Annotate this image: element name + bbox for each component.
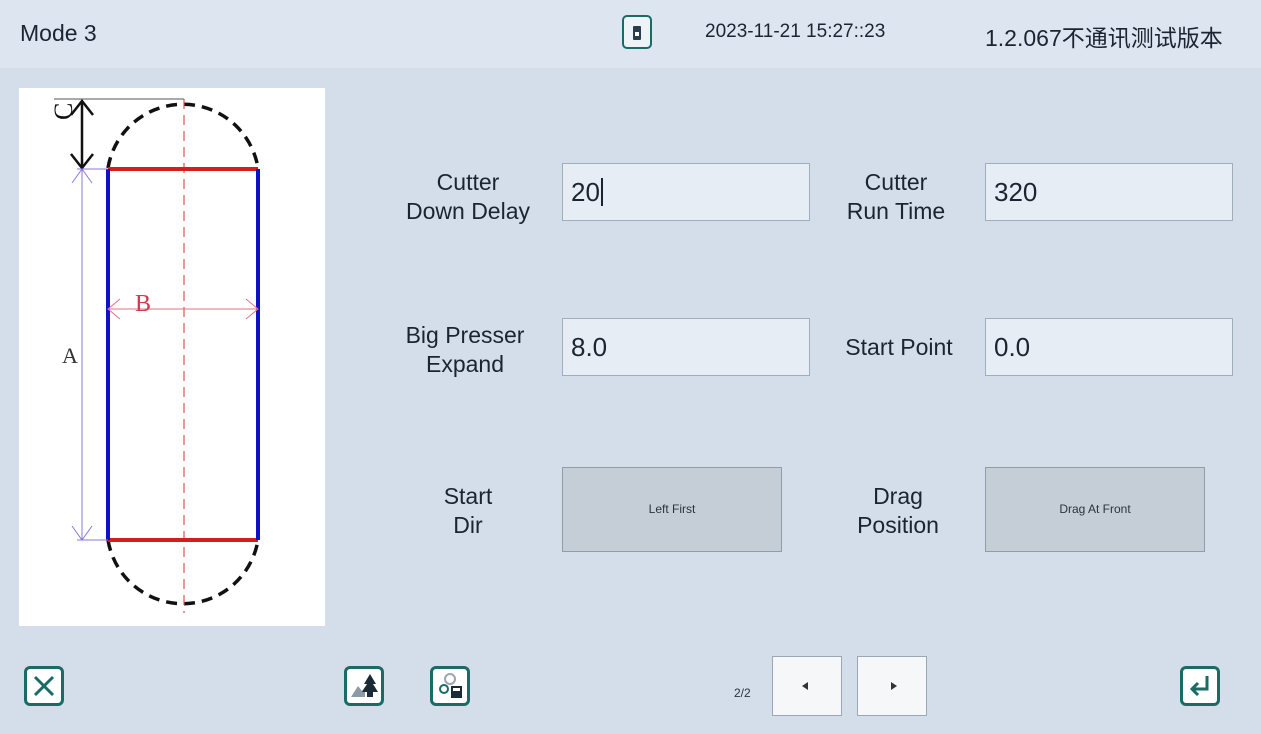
- cutter-down-delay-input[interactable]: 20: [562, 163, 810, 221]
- drag-position-label: Drag Position: [857, 483, 939, 538]
- enter-button[interactable]: [1180, 666, 1220, 706]
- big-presser-expand-label: Big Presser Expand: [405, 322, 525, 377]
- big-presser-expand-input[interactable]: 8.0: [562, 318, 810, 376]
- cutter-run-time-label: Cutter Run Time: [846, 169, 946, 224]
- top-bar: Mode 3 2023-11-21 15:27::23 1.2.067不通讯测试…: [0, 0, 1261, 68]
- dimension-c-label: C: [49, 103, 78, 120]
- text-cursor: [600, 178, 603, 207]
- close-icon: [33, 675, 55, 697]
- settings-save-icon: [439, 673, 462, 698]
- cutter-run-time-input[interactable]: 320: [985, 163, 1233, 221]
- drag-position-button[interactable]: Drag At Front: [985, 467, 1205, 552]
- image-tree-button[interactable]: [344, 666, 384, 706]
- close-button[interactable]: [24, 666, 64, 706]
- image-tree-icon: [351, 674, 378, 697]
- prev-page-button[interactable]: [772, 656, 842, 716]
- dimension-b-label: B: [135, 291, 151, 317]
- enter-icon: [1189, 676, 1209, 697]
- next-arrow-icon: [891, 682, 897, 690]
- page-title: Mode 3: [20, 20, 97, 46]
- page-indicator: 2/2: [734, 686, 751, 700]
- cutter-down-delay-label: Cutter Down Delay: [406, 169, 530, 224]
- next-page-button[interactable]: [857, 656, 927, 716]
- start-point-input[interactable]: 0.0: [985, 318, 1233, 376]
- start-dir-button[interactable]: Left First: [562, 467, 782, 552]
- datetime-display: 2023-11-21 15:27::23: [705, 21, 886, 42]
- start-dir-label: Start Dir: [443, 483, 493, 538]
- usb-icon[interactable]: [622, 15, 652, 49]
- dimension-a-label: A: [62, 343, 78, 368]
- shape-diagram: C A B: [19, 88, 325, 626]
- prev-arrow-icon: [802, 682, 808, 690]
- start-point-label: Start Point: [845, 334, 953, 360]
- settings-save-button[interactable]: [430, 666, 470, 706]
- version-label: 1.2.067不通讯测试版本: [985, 25, 1223, 51]
